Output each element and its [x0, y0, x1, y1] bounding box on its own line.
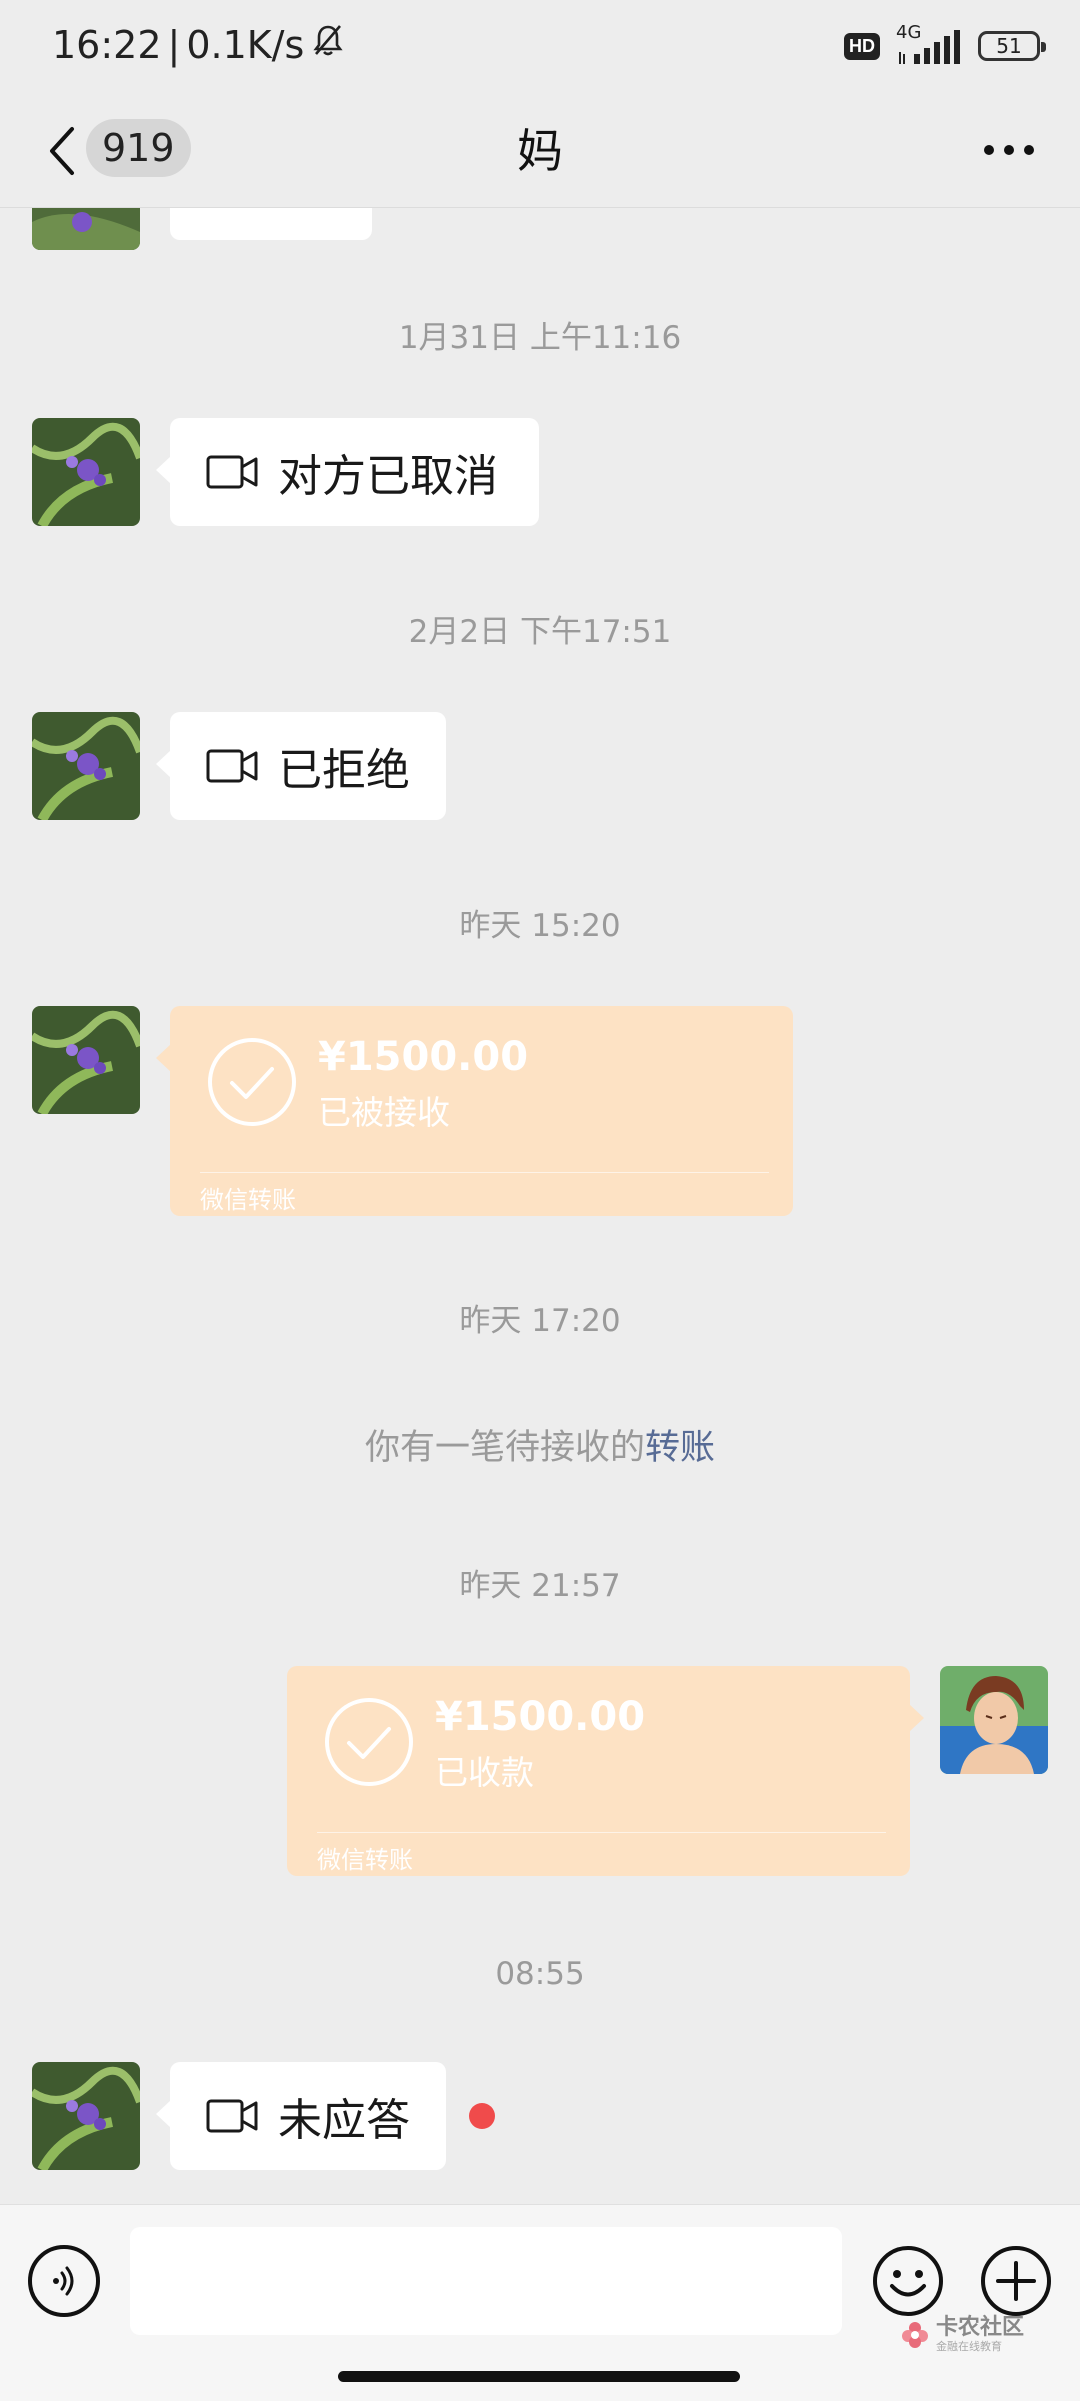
- chat-header: 919 妈: [0, 95, 1080, 208]
- transfer-check-icon: [206, 1036, 298, 1132]
- status-net-speed: 0.1K/s: [186, 22, 305, 67]
- plus-button[interactable]: [980, 2245, 1052, 2317]
- flower-logo-icon: [902, 2321, 928, 2348]
- status-left: 16:22 | 0.1K/s: [52, 22, 346, 67]
- transfer-amount: ¥1500.00: [435, 1694, 646, 1740]
- transfer-divider: [200, 1172, 769, 1173]
- contact-avatar[interactable]: [32, 712, 140, 820]
- more-button[interactable]: [974, 125, 1044, 175]
- contact-avatar[interactable]: [32, 208, 140, 250]
- video-call-message[interactable]: 已拒绝: [156, 712, 446, 820]
- voice-button[interactable]: [28, 2245, 100, 2317]
- contact-avatar[interactable]: [32, 1006, 140, 1114]
- message-timestamp: 2月2日 下午17:51: [408, 614, 672, 650]
- more-icon: [984, 145, 1034, 155]
- message-timestamp: 昨天 15:20: [459, 908, 621, 944]
- transfer-amount: ¥1500.00: [318, 1034, 529, 1080]
- plus-icon: [981, 2246, 1051, 2316]
- video-call-icon: [206, 454, 258, 490]
- message-timestamp: 昨天 17:20: [459, 1303, 621, 1339]
- watermark-text: 卡农社区 金融在线教育: [936, 2315, 1025, 2353]
- watermark-title: 卡农社区: [936, 2315, 1025, 2340]
- emoji-icon: [873, 2246, 943, 2316]
- home-indicator[interactable]: [338, 2371, 740, 2382]
- voice-icon: [53, 2266, 74, 2296]
- contact-avatar[interactable]: [32, 2062, 140, 2170]
- transfer-brand: 微信转账: [317, 1846, 413, 1874]
- video-call-status: 未应答: [278, 2095, 410, 2146]
- system-notice: 你有一笔待接收的转账: [0, 1419, 1080, 1470]
- video-call-status: 对方已取消: [278, 451, 498, 502]
- signal-icon: 4G: [894, 22, 964, 66]
- emoji-button[interactable]: [872, 2245, 944, 2317]
- transfer-link[interactable]: 转账: [645, 1428, 715, 1468]
- battery-level: 51: [996, 34, 1022, 58]
- message-timestamp: 昨天 21:57: [459, 1568, 621, 1604]
- status-right: HD 4G 51: [844, 22, 1046, 66]
- unread-dot: [469, 2103, 495, 2129]
- watermark-subtitle: 金融在线教育: [936, 2340, 1002, 2353]
- transfer-status: 已收款: [435, 1753, 534, 1792]
- transfer-divider: [317, 1832, 886, 1833]
- transfer-check-icon: [323, 1696, 415, 1792]
- status-separator: |: [167, 22, 181, 67]
- video-call-message[interactable]: 未应答: [156, 2062, 446, 2170]
- my-avatar[interactable]: [940, 1666, 1048, 1774]
- transfer-message[interactable]: ¥1500.00 已被接收 微信转账: [156, 1006, 793, 1216]
- status-time: 16:22: [52, 22, 162, 67]
- chat-message-list[interactable]: 1月31日 上午11:16 对方已取消 2月2日 下午17:51 已拒绝 昨天 …: [0, 208, 1080, 2204]
- contact-avatar[interactable]: [32, 418, 140, 526]
- message-input[interactable]: [130, 2227, 842, 2335]
- message-timestamp: 08:55: [495, 1956, 585, 1992]
- video-call-icon: [206, 748, 258, 784]
- transfer-status: 已被接收: [318, 1093, 450, 1132]
- transfer-message[interactable]: ¥1500.00 已收款 微信转账: [287, 1666, 924, 1876]
- chat-title: 妈: [517, 124, 563, 178]
- watermark-logo: 卡农社区 金融在线教育: [900, 2317, 1024, 2352]
- system-notice-text: 你有一笔待接收的: [364, 1428, 645, 1468]
- status-bar: 16:22 | 0.1K/s HD 4G 51: [0, 0, 1080, 95]
- partial-message-bubble[interactable]: [170, 208, 372, 240]
- transfer-brand: 微信转账: [200, 1186, 296, 1214]
- battery-icon: 51: [978, 31, 1046, 61]
- video-call-icon: [206, 2098, 258, 2134]
- message-timestamp: 1月31日 上午11:16: [398, 320, 682, 356]
- hd-badge: HD: [844, 32, 880, 60]
- video-call-status: 已拒绝: [278, 745, 410, 796]
- bell-muted-icon: [310, 22, 346, 67]
- video-call-message[interactable]: 对方已取消: [156, 418, 539, 526]
